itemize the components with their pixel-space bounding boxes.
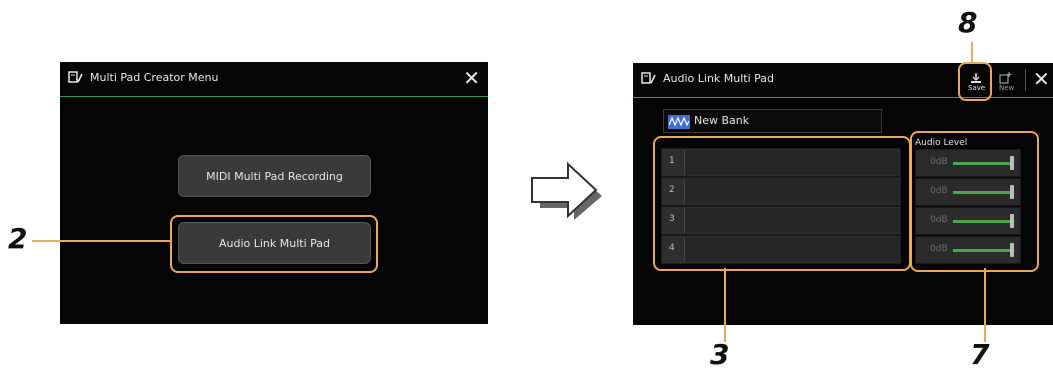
callout-line-7	[984, 268, 986, 342]
toolbar-divider	[1025, 69, 1026, 91]
title-bar: Multi Pad Creator Menu ✕	[60, 62, 488, 97]
callout-number-7: 7	[970, 338, 990, 371]
callout-number-2: 2	[8, 222, 28, 255]
callout-box-3	[653, 136, 911, 271]
audio-wave-icon	[668, 114, 690, 133]
close-icon[interactable]: ✕	[1033, 67, 1050, 91]
multi-pad-creator-menu-screen: Multi Pad Creator Menu ✕ MIDI Multi Pad …	[60, 62, 488, 324]
callout-box-2	[170, 215, 378, 273]
new-label: New	[999, 84, 1015, 92]
creator-icon	[68, 70, 84, 84]
bank-name-field[interactable]: New Bank	[663, 109, 882, 133]
new-button[interactable]: New	[993, 66, 1019, 94]
callout-box-7	[910, 131, 1039, 272]
screen-title: Multi Pad Creator Menu	[90, 71, 219, 84]
callout-line-2	[32, 240, 170, 242]
callout-number-3: 3	[710, 338, 730, 371]
screen-title: Audio Link Multi Pad	[663, 72, 775, 85]
close-icon[interactable]: ✕	[463, 66, 480, 90]
callout-number-8: 8	[958, 6, 978, 39]
arrow-right-icon	[531, 161, 602, 220]
midi-multi-pad-recording-button[interactable]: MIDI Multi Pad Recording	[178, 155, 371, 197]
button-label: MIDI Multi Pad Recording	[206, 169, 343, 183]
callout-box-8	[958, 62, 992, 101]
callout-line-8	[971, 42, 973, 62]
bank-name: New Bank	[694, 114, 750, 127]
callout-line-3	[724, 268, 726, 342]
creator-icon	[641, 71, 657, 85]
